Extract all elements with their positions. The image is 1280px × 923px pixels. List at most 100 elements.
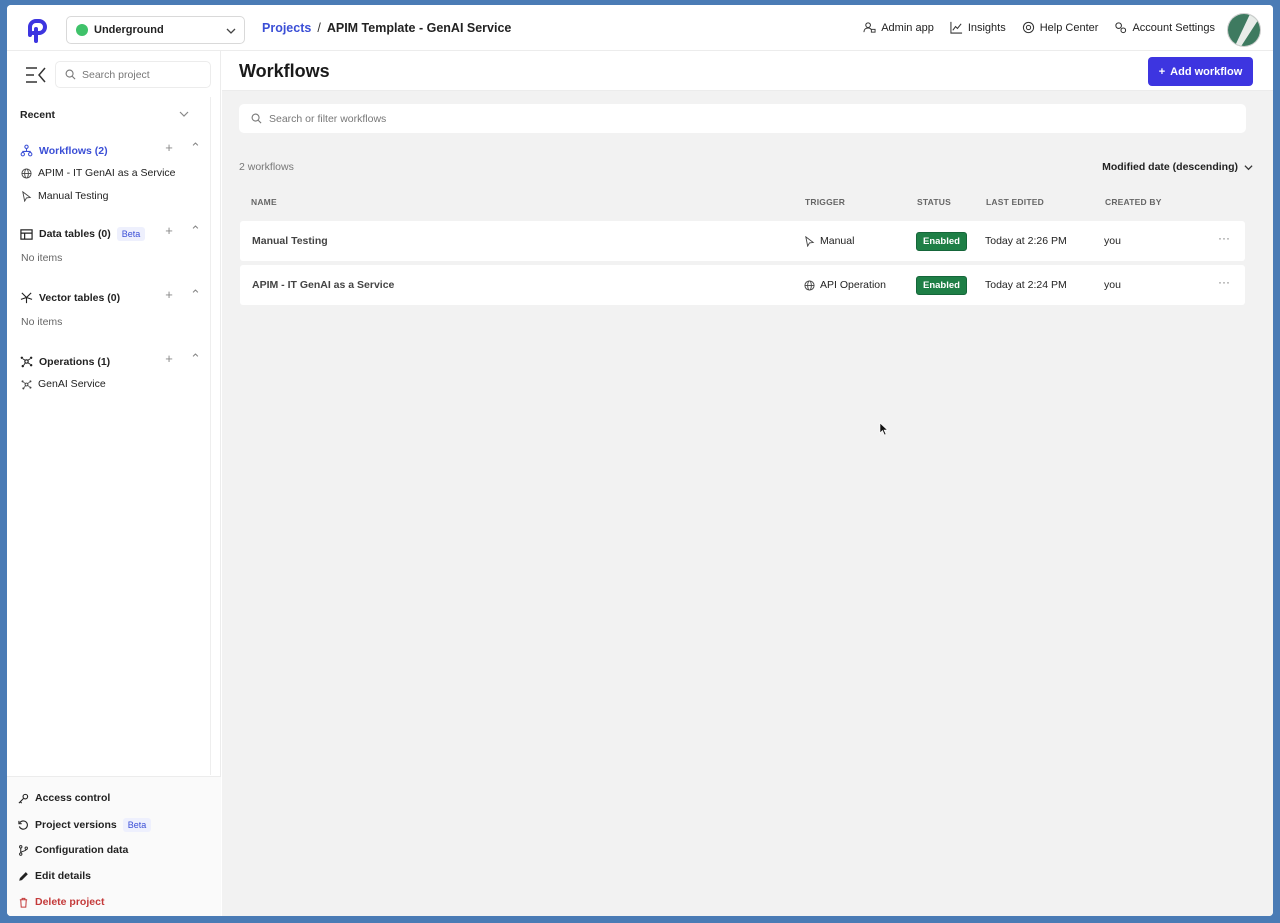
workspace-name: Underground xyxy=(94,24,164,36)
insights-link[interactable]: Insights xyxy=(950,21,1006,34)
column-header-created-by[interactable]: CREATED BY xyxy=(1105,197,1162,207)
status-badge: Enabled xyxy=(916,232,967,251)
admin-app-link[interactable]: Admin app xyxy=(863,21,934,34)
data-tables-section-header[interactable]: Data tables (0) Beta xyxy=(20,227,146,241)
workflow-trigger-label: Manual xyxy=(820,235,855,247)
column-header-trigger[interactable]: TRIGGER xyxy=(805,197,845,207)
column-header-name[interactable]: NAME xyxy=(251,197,277,207)
sidebar-workflow-item[interactable]: Manual Testing xyxy=(21,190,108,202)
history-icon xyxy=(18,819,28,830)
recent-section-header[interactable]: Recent xyxy=(20,109,55,121)
add-icon[interactable]: + xyxy=(164,351,174,367)
workflow-name[interactable]: APIM - IT GenAI as a Service xyxy=(252,279,394,291)
operation-icon xyxy=(20,356,33,368)
chevron-up-icon[interactable]: ⌃ xyxy=(190,140,201,156)
table-row[interactable]: Manual Testing Manual Enabled Today at 2… xyxy=(240,221,1245,261)
sort-select[interactable]: Modified date (descending) xyxy=(1102,161,1253,173)
globe-icon xyxy=(21,167,32,179)
sidebar-workflow-label: Manual Testing xyxy=(38,190,109,202)
avatar-image-icon xyxy=(1228,14,1260,46)
key-icon xyxy=(18,793,29,803)
vector-icon xyxy=(20,292,33,304)
vector-tables-label: Vector tables (0) xyxy=(39,291,121,304)
chevron-up-icon[interactable]: ⌃ xyxy=(190,223,201,239)
chevron-up-icon[interactable]: ⌃ xyxy=(190,351,201,367)
breadcrumb-projects-link[interactable]: Projects xyxy=(262,21,311,35)
chevron-up-icon[interactable]: ⌃ xyxy=(190,287,201,303)
account-settings-link[interactable]: Account Settings xyxy=(1114,21,1215,34)
breadcrumb-separator: / xyxy=(317,21,321,35)
workspace-status-dot xyxy=(76,24,88,36)
workflow-created-by: you xyxy=(1104,235,1121,247)
add-workflow-button[interactable]: + Add workflow xyxy=(1148,57,1253,86)
workspace-select[interactable]: Underground xyxy=(66,16,245,44)
project-versions-link[interactable]: Project versions Beta xyxy=(18,818,152,832)
vector-tables-empty: No items xyxy=(21,316,63,328)
workflow-search-input[interactable]: Search or filter workflows xyxy=(239,104,1246,133)
add-icon[interactable]: + xyxy=(164,140,174,156)
insights-label: Insights xyxy=(967,21,1006,34)
search-icon xyxy=(65,69,76,80)
sidebar-operation-item[interactable]: GenAI Service xyxy=(21,378,106,390)
workflow-count: 2 workflows xyxy=(239,161,294,173)
trash-icon xyxy=(19,897,28,908)
more-options-icon[interactable]: ··· xyxy=(1218,231,1230,245)
page-title: Workflows xyxy=(239,61,330,81)
sidebar-workflow-item[interactable]: APIM - IT GenAI as a Service xyxy=(21,167,176,179)
table-icon xyxy=(20,228,33,240)
workflow-last-edited: Today at 2:26 PM xyxy=(985,235,1067,247)
app-logo-icon[interactable] xyxy=(21,15,51,45)
edit-details-label: Edit details xyxy=(35,870,92,882)
admin-icon xyxy=(863,22,876,33)
project-search-input[interactable]: Search project xyxy=(55,61,211,88)
column-header-status[interactable]: STATUS xyxy=(917,197,951,207)
vector-tables-section-header[interactable]: Vector tables (0) xyxy=(20,291,120,304)
access-control-link[interactable]: Access control xyxy=(18,792,110,804)
workflow-trigger: API Operation xyxy=(804,279,886,291)
workflow-created-by: you xyxy=(1104,279,1121,291)
pencil-icon xyxy=(19,871,28,881)
configuration-data-label: Configuration data xyxy=(35,844,129,856)
edit-details-link[interactable]: Edit details xyxy=(18,870,91,882)
collapse-sidebar-icon[interactable] xyxy=(25,66,47,84)
add-icon[interactable]: + xyxy=(164,287,174,303)
main-header: Workflows + Add workflow xyxy=(222,51,1273,91)
project-search-placeholder: Search project xyxy=(82,68,150,81)
chevron-down-icon[interactable] xyxy=(179,109,189,119)
delete-project-link[interactable]: Delete project xyxy=(18,896,104,908)
cursor-icon xyxy=(22,190,32,202)
top-nav: Admin app Insights Help Center Account S… xyxy=(863,21,1215,34)
access-control-label: Access control xyxy=(35,792,111,804)
operations-section-header[interactable]: Operations (1) xyxy=(20,355,110,368)
cursor-icon xyxy=(805,235,815,247)
more-options-icon[interactable]: ··· xyxy=(1218,275,1230,289)
add-workflow-label: Add workflow xyxy=(1170,65,1243,78)
workflows-actions: + ⌃ xyxy=(164,140,201,156)
breadcrumb-current: APIM Template - GenAI Service xyxy=(326,21,512,35)
operations-label: Operations (1) xyxy=(39,355,111,368)
help-center-link[interactable]: Help Center xyxy=(1022,21,1098,34)
workflow-trigger: Manual xyxy=(804,235,854,247)
settings-icon xyxy=(1115,22,1127,34)
sidebar-scroll-divider xyxy=(210,97,211,775)
recent-label: Recent xyxy=(20,109,56,121)
user-avatar[interactable] xyxy=(1227,13,1261,47)
chart-icon xyxy=(950,21,962,34)
table-row[interactable]: APIM - IT GenAI as a Service API Operati… xyxy=(240,265,1245,305)
configuration-data-link[interactable]: Configuration data xyxy=(18,844,128,856)
plus-icon: + xyxy=(1158,65,1166,78)
sidebar-workflow-label: APIM - IT GenAI as a Service xyxy=(38,167,176,179)
globe-icon xyxy=(804,279,815,291)
workflows-label: Workflows (2) xyxy=(39,144,108,157)
data-tables-label: Data tables (0) xyxy=(39,228,111,240)
column-header-last-edited[interactable]: LAST EDITED xyxy=(986,197,1044,207)
workflows-section-header[interactable]: Workflows (2) xyxy=(20,144,108,157)
beta-badge: Beta xyxy=(116,227,146,241)
chevron-down-icon xyxy=(1244,164,1253,170)
vector-tables-actions: + ⌃ xyxy=(164,287,201,303)
sidebar-bottom-menu: Access control Project versions Beta Con… xyxy=(7,776,221,916)
data-tables-actions: + ⌃ xyxy=(164,223,201,239)
add-icon[interactable]: + xyxy=(164,223,174,239)
project-sidebar: Search project Recent Workflows (2) + ⌃ … xyxy=(7,51,221,916)
workflow-name[interactable]: Manual Testing xyxy=(252,235,328,247)
